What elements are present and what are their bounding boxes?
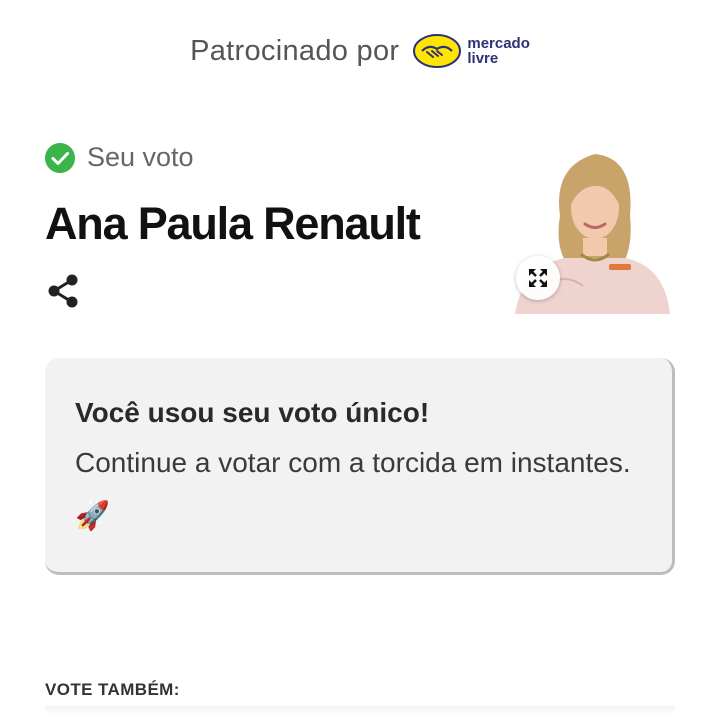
expand-icon [529,269,547,287]
mercado-livre-logo[interactable]: mercado livre [413,34,530,68]
sponsor-banner: Patrocinado por mercado livre [0,26,720,76]
check-circle-icon [45,142,75,173]
handshake-logo-icon [413,34,462,68]
vote-status-label: Seu voto [87,142,194,172]
logo-word-mercado: mercado [467,35,530,52]
candidate-name: Ana Paula Renault [45,198,421,249]
vote-status: Seu voto [45,142,194,173]
sponsor-label: Patrocinado por [190,34,400,67]
vote-also-heading: VOTE TAMBÉM: [45,680,180,699]
logo-wordmark: mercado livre [467,36,530,66]
next-section-edge [45,706,675,715]
expand-photo-button[interactable] [516,256,560,300]
vote-used-notice: Você usou seu voto único! Continue a vot… [45,358,675,575]
notice-body: Continue a votar com a torcida em instan… [75,447,631,531]
logo-word-livre: livre [467,50,499,67]
notice-title: Você usou seu voto único! [75,397,430,428]
share-icon[interactable] [46,273,80,309]
